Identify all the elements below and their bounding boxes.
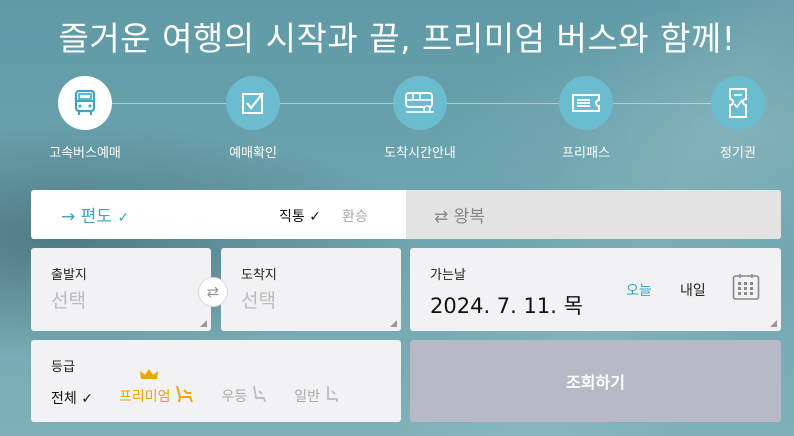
grade-caption: 등급	[51, 360, 75, 375]
arrival-field[interactable]: 도착지 선택	[221, 248, 401, 331]
calendar-icon[interactable]	[732, 273, 760, 305]
departure-date-field[interactable]: 가는날 2024. 7. 11. 목 오늘 내일	[410, 248, 781, 331]
direct-option[interactable]: 직통 ✓	[279, 206, 321, 226]
corner-icon	[770, 320, 777, 327]
grade-field: 등급 전체 ✓ 프리미엄 우등 일반	[31, 340, 401, 422]
seat-icon	[323, 384, 341, 408]
departure-field[interactable]: 출발지 선택	[31, 248, 211, 331]
departure-caption: 출발지	[51, 268, 87, 283]
oneway-label: → 편도 ✓	[61, 207, 130, 227]
corner-icon	[390, 320, 397, 327]
grade-premium-option[interactable]: 프리미엄	[119, 369, 196, 408]
arrival-caption: 도착지	[241, 268, 277, 283]
swap-arrows-icon: ⇄	[434, 207, 449, 227]
roundtrip-label: ⇄ 왕복	[434, 207, 485, 227]
search-button[interactable]: 조회하기	[410, 340, 781, 422]
menu-label: 정기권	[720, 146, 756, 161]
menu-free-pass[interactable]: 프리패스	[526, 76, 646, 161]
menu-express-bus-booking[interactable]: 고속버스예매	[25, 76, 145, 161]
grade-standard-option[interactable]: 우등	[221, 384, 268, 408]
arrow-right-icon: →	[61, 207, 76, 227]
menu-arrival-time[interactable]: 도착시간안내	[360, 76, 480, 161]
pass-icon	[711, 76, 765, 130]
departure-value: 선택	[51, 290, 86, 312]
menu-label: 프리패스	[562, 146, 610, 161]
today-button[interactable]: 오늘	[626, 280, 652, 300]
grade-options: 전체 ✓ 프리미엄 우등 일반	[51, 369, 341, 408]
date-value: 2024. 7. 11. 목	[430, 294, 583, 318]
seat-icon	[173, 384, 195, 408]
menu-commuter-pass[interactable]: 정기권	[678, 76, 794, 161]
grade-general-option[interactable]: 일반	[294, 384, 341, 408]
checkbox-icon	[226, 76, 280, 130]
bus-icon	[58, 76, 112, 130]
swap-icon: ⇄	[206, 283, 220, 301]
trip-type-bar: → 편도 ✓ 직통 ✓ 환승 ⇄ 왕복	[31, 190, 781, 239]
transfer-option[interactable]: 환승	[342, 206, 368, 226]
seat-icon	[250, 384, 268, 408]
bus-arrival-icon	[393, 76, 447, 130]
arrival-value: 선택	[241, 290, 276, 312]
check-icon: ✓	[81, 391, 93, 407]
page-headline: 즐거운 여행의 시작과 끝, 프리미엄 버스와 함께!	[58, 19, 736, 58]
oneway-tab[interactable]: → 편도 ✓ 직통 ✓ 환승	[31, 190, 406, 239]
menu-label: 예매확인	[229, 146, 277, 161]
check-icon: ✓	[309, 209, 321, 225]
service-menu: 고속버스예매 예매확인 도착시간안내 프리패스 정기권	[25, 76, 790, 166]
swap-locations-button[interactable]: ⇄	[198, 277, 228, 307]
menu-booking-check[interactable]: 예매확인	[193, 76, 313, 161]
grade-all-option[interactable]: 전체 ✓	[51, 388, 93, 408]
crown-icon	[139, 368, 159, 385]
menu-label: 도착시간안내	[384, 146, 456, 161]
ticket-icon	[559, 76, 613, 130]
check-icon: ✓	[117, 210, 130, 226]
corner-icon	[200, 320, 207, 327]
date-caption: 가는날	[430, 268, 466, 283]
menu-label: 고속버스예매	[49, 146, 121, 161]
tomorrow-button[interactable]: 내일	[680, 280, 706, 300]
roundtrip-tab[interactable]: ⇄ 왕복	[406, 190, 781, 239]
